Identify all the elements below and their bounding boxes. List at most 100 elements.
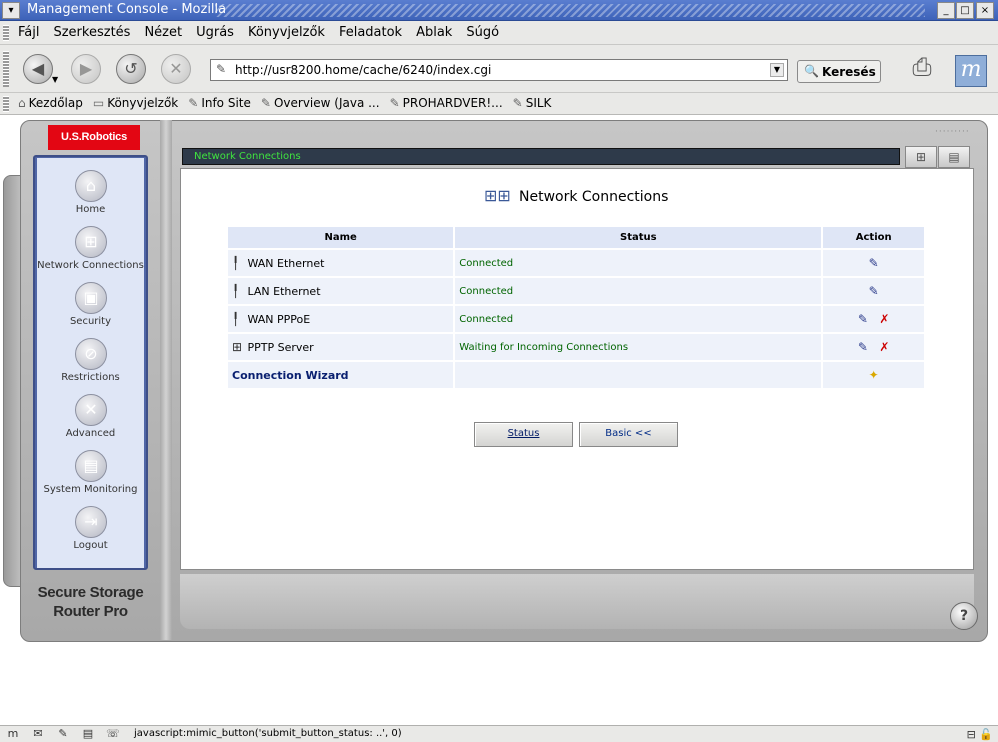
bookmark-overview[interactable]: ✎ Overview (Java ... (261, 96, 380, 110)
security-lock-icon: ⊟ 🔓 (966, 728, 993, 741)
tools-icon: ✕ (75, 394, 107, 426)
bookmark-info-site[interactable]: ✎ Info Site (188, 96, 251, 110)
connection-wizard-link[interactable]: Connection Wizard (228, 362, 454, 388)
pptp-server-icon: ⊞ (232, 340, 243, 354)
menu-window[interactable]: Ablak (416, 25, 452, 40)
sidebar-label: Advanced (65, 428, 116, 439)
back-history-dropdown[interactable]: ▼ (52, 75, 61, 84)
maximize-button[interactable]: □ (956, 2, 974, 19)
bookmark-folder[interactable]: ▭ Könyvjelzők (93, 96, 178, 110)
usrobotics-logo: U.S.Robotics (48, 125, 140, 150)
titlebar-decoration (215, 4, 925, 17)
composer-icon[interactable]: ✎ (55, 728, 71, 741)
status-button[interactable]: Status (474, 422, 573, 447)
notes-button[interactable]: ▤ (938, 146, 970, 168)
stop-button[interactable]: ✕ (161, 54, 191, 84)
bookmark-icon: ✎ (188, 96, 199, 110)
sidebar-item-logout[interactable]: ⇥ Logout (37, 506, 144, 562)
bookmarks-grip[interactable] (3, 96, 9, 112)
address-book-icon[interactable]: ▤ (80, 728, 96, 741)
column-header-action: Action (823, 227, 924, 248)
ethernet-icon: ╿ (232, 312, 240, 326)
connection-status: Connected (455, 250, 822, 276)
forward-button[interactable]: ▶ (71, 54, 101, 84)
edit-icon[interactable]: ✎ (865, 284, 883, 298)
menu-tasks[interactable]: Feladatok (339, 25, 402, 40)
sidebar-label: Network Connections (37, 260, 144, 271)
edit-icon[interactable]: ✎ (854, 340, 872, 354)
sidebar-label: Home (75, 204, 106, 215)
back-button[interactable]: ◀ (23, 54, 53, 84)
frame-bottom-bar (180, 574, 974, 629)
stop-icon: ✕ (169, 59, 183, 78)
url-dropdown-icon[interactable]: ▼ (770, 63, 784, 77)
table-row: ╿ WAN PPPoE Connected ✎ ✗ (228, 306, 924, 332)
delete-icon[interactable]: ✗ (875, 312, 893, 326)
sidebar-item-advanced[interactable]: ✕ Advanced (37, 394, 144, 450)
basic-button[interactable]: Basic << (579, 422, 678, 447)
url-bar[interactable]: ✎ http://usr8200.home/cache/6240/index.c… (210, 59, 788, 81)
search-label: Keresés (822, 65, 876, 79)
mail-icon[interactable]: ✉ (30, 728, 46, 741)
sidebar-label: Security (69, 316, 112, 327)
logout-icon: ⇥ (75, 506, 107, 538)
sidebar-item-system-monitoring[interactable]: ▤ System Monitoring (37, 450, 144, 506)
reload-button[interactable]: ↺ (116, 54, 146, 84)
connection-status: Waiting for Incoming Connections (455, 334, 822, 360)
menu-go[interactable]: Ugrás (196, 25, 234, 40)
print-icon[interactable]: ⎙ (903, 53, 941, 87)
network-icon: ⊞ (75, 226, 107, 258)
mozilla-logo-icon[interactable]: m (955, 55, 987, 87)
connection-name[interactable]: LAN Ethernet (248, 285, 321, 298)
table-row: ⊞ PPTP Server Waiting for Incoming Conne… (228, 334, 924, 360)
product-name: Secure Storage Router Pro (28, 583, 153, 621)
search-button[interactable]: 🔍 Keresés (797, 60, 881, 83)
menu-edit[interactable]: Szerkesztés (53, 25, 130, 40)
connection-name-cell[interactable]: ╿ WAN PPPoE (228, 306, 454, 332)
lock-icon: ▣ (75, 282, 107, 314)
window-titlebar: ▾ Management Console - Mozilla _ □ × (0, 0, 998, 21)
bookmark-icon: ✎ (260, 96, 271, 110)
folder-icon: ▭ (92, 96, 105, 110)
menu-file[interactable]: Fájl (18, 25, 39, 40)
navbar-grip[interactable] (3, 51, 9, 87)
product-name-line1: Secure Storage (37, 584, 144, 601)
bookmark-home[interactable]: ⌂ Kezdőlap (18, 96, 83, 110)
menubar-grip[interactable] (3, 25, 9, 41)
url-text[interactable]: http://usr8200.home/cache/6240/index.cgi (235, 63, 491, 77)
edit-icon[interactable]: ✎ (854, 312, 872, 326)
mozilla-icon[interactable]: m (5, 728, 21, 741)
connection-name-cell[interactable]: ⊞ PPTP Server (228, 334, 454, 360)
header-bar: Network Connections (182, 148, 900, 165)
sidebar-item-network-connections[interactable]: ⊞ Network Connections (37, 226, 144, 282)
sidebar-label: Restrictions (61, 372, 120, 383)
bookmark-prohardver[interactable]: ✎ PROHARDVER!... (390, 96, 503, 110)
site-map-button[interactable]: ⊞ (905, 146, 937, 168)
sidebar-label: Logout (73, 540, 108, 551)
help-icon[interactable]: ? (950, 602, 978, 630)
edit-icon[interactable]: ✎ (865, 256, 883, 270)
minimize-button[interactable]: _ (937, 2, 955, 19)
connection-name[interactable]: WAN Ethernet (248, 257, 325, 270)
sidebar-item-restrictions[interactable]: ⊘ Restrictions (37, 338, 144, 394)
sidebar-item-security[interactable]: ▣ Security (37, 282, 144, 338)
new-connection-icon[interactable]: ✦ (865, 368, 883, 382)
connection-name[interactable]: WAN PPPoE (248, 313, 311, 326)
status-bar: m ✉ ✎ ▤ ☏ javascript:mimic_button('submi… (0, 725, 998, 742)
menu-bookmarks[interactable]: Könyvjelzők (248, 25, 325, 40)
menu-help[interactable]: Súgó (466, 25, 499, 40)
connection-name[interactable]: PPTP Server (248, 341, 314, 354)
frame-grill-decoration: ········· (935, 127, 970, 137)
menu-view[interactable]: Nézet (144, 25, 182, 40)
irc-chat-icon[interactable]: ☏ (105, 728, 121, 741)
close-button[interactable]: × (976, 2, 994, 19)
notes-icon: ▤ (948, 150, 960, 164)
sidebar-item-home[interactable]: ⌂ Home (37, 170, 144, 226)
bookmark-silk[interactable]: ✎ SILK (513, 96, 552, 110)
sidebar-label: System Monitoring (43, 484, 138, 495)
window-menu-button[interactable]: ▾ (2, 2, 20, 19)
connection-actions: ✎ (823, 250, 924, 276)
delete-icon[interactable]: ✗ (875, 340, 893, 354)
connection-name-cell[interactable]: ╿ LAN Ethernet (228, 278, 454, 304)
connection-name-cell[interactable]: ╿ WAN Ethernet (228, 250, 454, 276)
